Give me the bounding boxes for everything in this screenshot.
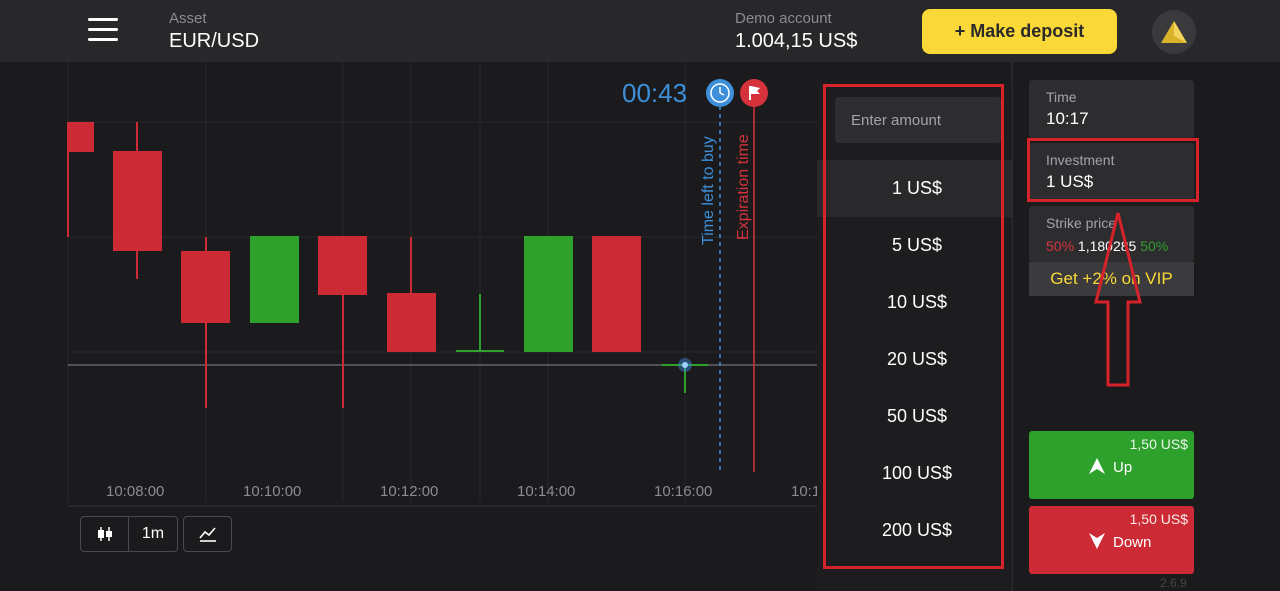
time-value: 10:17 (1046, 109, 1089, 128)
strike-down-percent: 50% (1046, 238, 1075, 254)
candle (318, 236, 367, 408)
chart-grid (67, 62, 817, 502)
investment-value: 1 US$ (1046, 172, 1094, 191)
version-label: 2.6.9 (1160, 576, 1187, 590)
annotation-arrow-icon (1094, 212, 1142, 387)
amount-option-10[interactable]: 10 US$ (817, 274, 1017, 331)
amount-option-1[interactable]: 1 US$ (817, 160, 1017, 217)
indicator-icon (198, 527, 216, 542)
chart-type-button[interactable] (80, 516, 129, 552)
candle (456, 294, 504, 352)
x-axis-tick: 10:08:00 (106, 483, 165, 500)
menu-icon[interactable] (88, 18, 118, 44)
down-button[interactable]: 1,50 US$ Down (1029, 506, 1194, 574)
amount-option-5[interactable]: 5 US$ (817, 217, 1017, 274)
indicators-button[interactable] (183, 516, 232, 552)
chart-toolbar: 1m (80, 516, 232, 552)
down-payout: 1,50 US$ (1129, 511, 1188, 527)
arrow-up-icon (1089, 458, 1105, 474)
triangle-avatar-icon (1161, 21, 1187, 43)
top-bar: Asset EUR/USD Demo account 1.004,15 US$ … (0, 0, 1280, 62)
strike-up-percent: 50% (1140, 238, 1169, 254)
expiration-time-label: Expiration time (735, 134, 752, 240)
amount-option-20[interactable]: 20 US$ (817, 331, 1017, 388)
up-payout: 1,50 US$ (1129, 436, 1188, 452)
time-left-to-buy-label: Time left to buy (700, 136, 717, 245)
x-axis-tick: 10:14:00 (517, 483, 576, 500)
asset-selector[interactable]: EUR/USD (169, 30, 259, 53)
time-selector[interactable]: Time 10:17 (1029, 80, 1194, 138)
candle (181, 237, 230, 408)
amount-option-100[interactable]: 100 US$ (817, 445, 1017, 502)
up-label: Up (1113, 459, 1133, 476)
arrow-down-icon (1089, 533, 1105, 549)
up-button[interactable]: 1,50 US$ Up (1029, 431, 1194, 499)
candle (67, 122, 94, 237)
countdown-timer: 00:43 (622, 78, 688, 108)
investment-label: Investment (1046, 152, 1115, 168)
x-axis-tick: 10:12:00 (380, 483, 439, 500)
amount-option-200[interactable]: 200 US$ (817, 502, 1017, 559)
candle (250, 236, 299, 323)
avatar[interactable] (1152, 10, 1196, 54)
time-label: Time (1046, 89, 1077, 105)
interval-button[interactable]: 1m (129, 516, 178, 552)
amount-option-50[interactable]: 50 US$ (817, 388, 1017, 445)
down-label: Down (1113, 534, 1152, 551)
demo-account-label: Demo account (735, 10, 832, 27)
candle (592, 236, 641, 352)
candle (524, 236, 573, 352)
x-axis-tick: 10:10:00 (243, 483, 302, 500)
amount-input[interactable] (835, 97, 1001, 143)
flag-icon (740, 79, 768, 107)
x-axis-tick: 10:1 (791, 483, 821, 500)
clock-icon (706, 79, 734, 107)
candle (387, 237, 436, 352)
candle (113, 122, 162, 279)
investment-selector[interactable]: Investment 1 US$ (1029, 143, 1194, 201)
asset-label: Asset (169, 10, 207, 27)
candlestick-icon (97, 527, 112, 541)
demo-account-balance[interactable]: 1.004,15 US$ (735, 30, 857, 53)
make-deposit-button[interactable]: + Make deposit (922, 9, 1117, 54)
x-axis-tick: 10:16:00 (654, 483, 713, 500)
